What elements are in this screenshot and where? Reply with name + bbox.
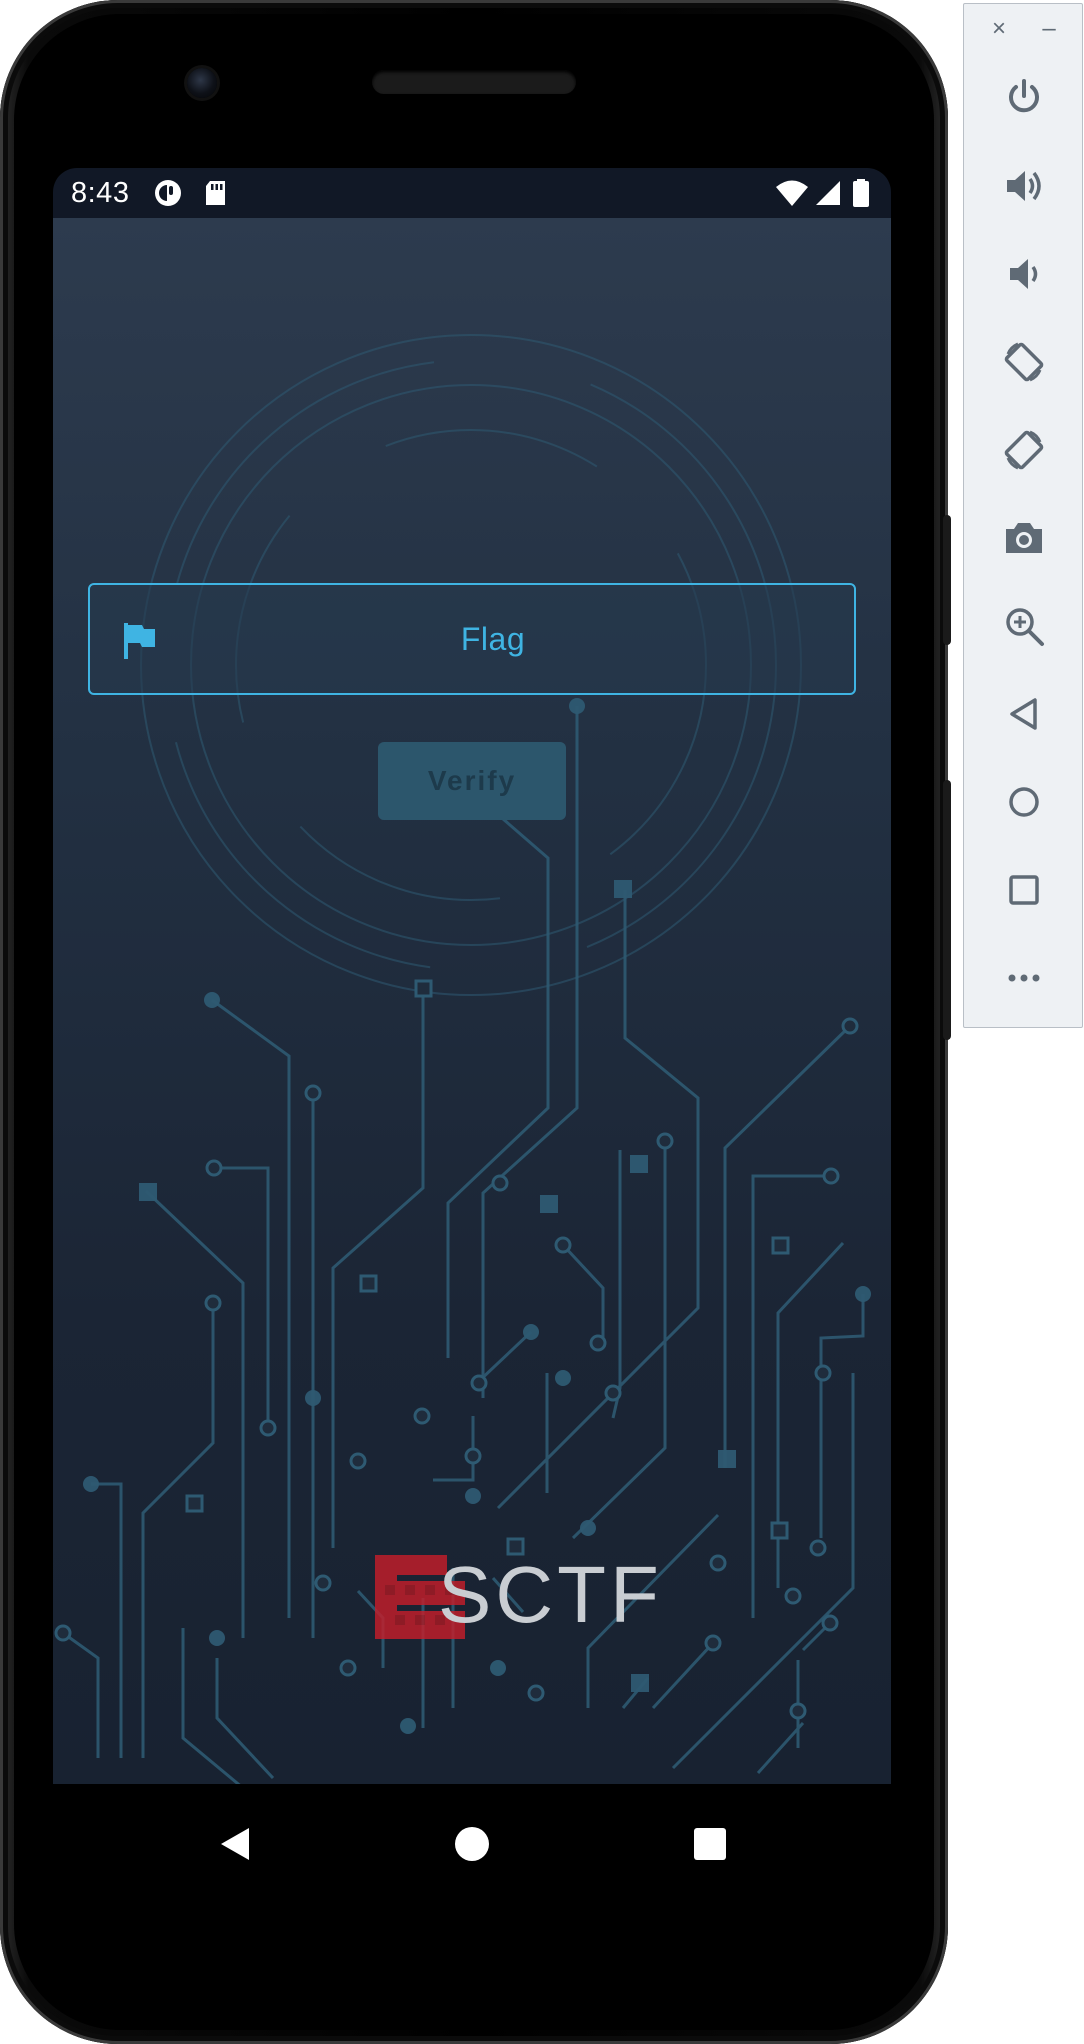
recents-icon bbox=[694, 1828, 726, 1860]
earpiece-speaker bbox=[372, 70, 576, 94]
flag-input[interactable]: Flag bbox=[88, 583, 856, 695]
home-icon bbox=[455, 1827, 489, 1861]
nav-home-button[interactable] bbox=[444, 1816, 500, 1872]
sctf-logo-text: SCTF bbox=[438, 1550, 663, 1639]
rotate-left-icon bbox=[1004, 342, 1044, 382]
navigation-bar bbox=[53, 1784, 891, 1904]
overview-icon bbox=[1009, 875, 1039, 905]
panel-header: × – bbox=[964, 4, 1082, 54]
app-content: Flag Verify SCTF bbox=[53, 218, 891, 1784]
screenshot-button[interactable] bbox=[994, 508, 1054, 568]
volume-key bbox=[943, 780, 951, 1040]
emulator-side-panel: × – bbox=[963, 3, 1083, 1028]
device-screen: 8:43 Flag Verify SCTF bbox=[53, 168, 891, 1784]
camera-icon bbox=[1006, 523, 1042, 553]
volume-down-button[interactable] bbox=[994, 244, 1054, 304]
battery-icon bbox=[853, 179, 869, 207]
volume-up-icon bbox=[1007, 171, 1041, 201]
volume-up-button[interactable] bbox=[994, 156, 1054, 216]
status-bar: 8:43 bbox=[53, 168, 891, 218]
rotate-right-icon bbox=[1004, 430, 1044, 470]
back-button[interactable] bbox=[994, 684, 1054, 744]
status-time: 8:43 bbox=[71, 177, 130, 209]
back-icon bbox=[1010, 698, 1037, 730]
more-button[interactable] bbox=[994, 948, 1054, 1008]
power-icon bbox=[1009, 79, 1039, 113]
notification-app-icon bbox=[155, 180, 181, 206]
nav-back-button[interactable] bbox=[207, 1816, 263, 1872]
front-camera bbox=[187, 68, 217, 98]
back-icon bbox=[221, 1828, 249, 1860]
more-icon bbox=[1008, 974, 1040, 982]
overview-button[interactable] bbox=[994, 860, 1054, 920]
nav-recents-button[interactable] bbox=[682, 1816, 738, 1872]
zoom-icon bbox=[1006, 608, 1044, 646]
power-button[interactable] bbox=[994, 68, 1054, 128]
volume-down-icon bbox=[1010, 259, 1038, 289]
rotate-right-button[interactable] bbox=[994, 420, 1054, 480]
sd-card-icon bbox=[206, 181, 225, 205]
home-icon bbox=[1009, 787, 1039, 817]
zoom-button[interactable] bbox=[994, 596, 1054, 656]
power-key bbox=[943, 515, 951, 645]
verify-button[interactable]: Verify bbox=[378, 742, 566, 820]
home-button[interactable] bbox=[994, 772, 1054, 832]
cell-signal-icon bbox=[816, 181, 840, 205]
rotate-left-button[interactable] bbox=[994, 332, 1054, 392]
close-icon[interactable]: × bbox=[984, 14, 1014, 44]
flag-placeholder: Flag bbox=[460, 620, 526, 657]
minimize-icon[interactable]: – bbox=[1034, 14, 1064, 44]
wifi-icon bbox=[776, 180, 808, 206]
